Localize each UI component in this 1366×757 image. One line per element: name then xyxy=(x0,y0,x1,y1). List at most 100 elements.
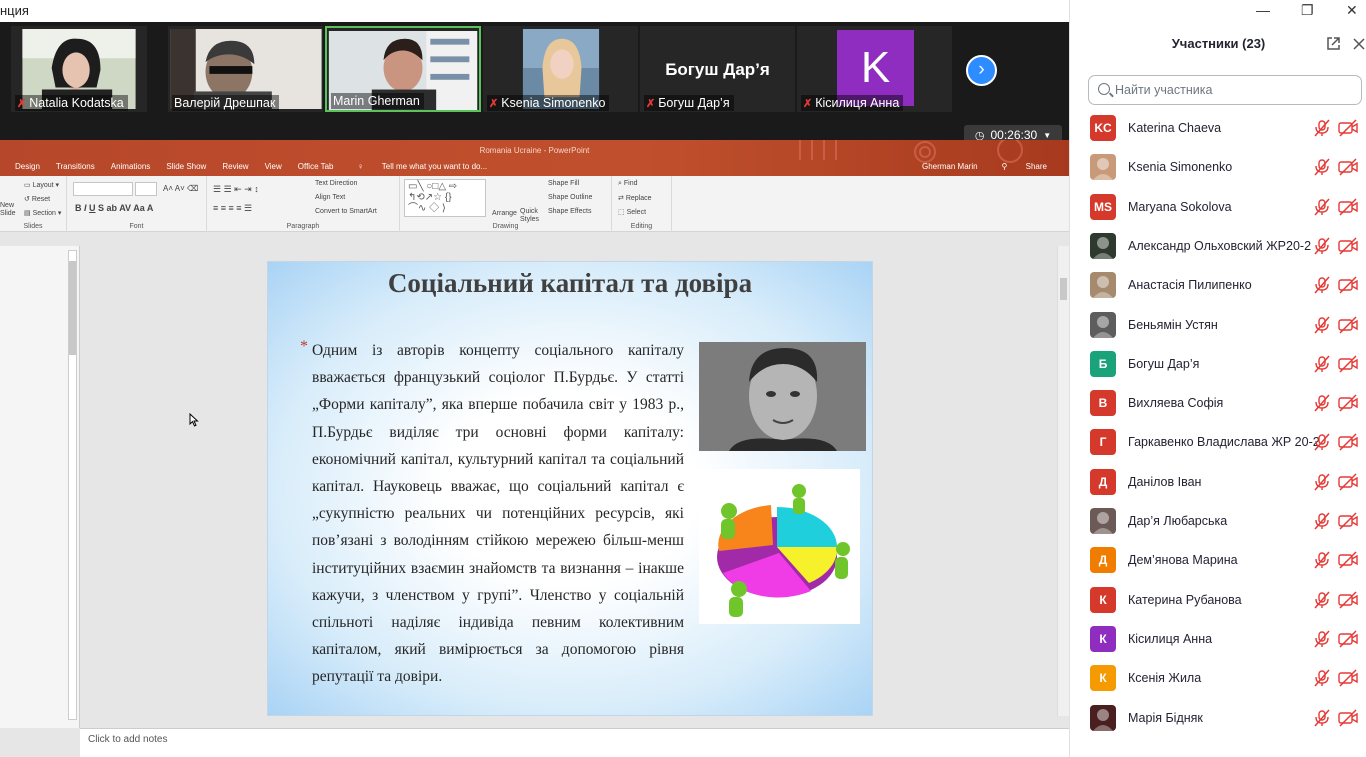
reset-button[interactable]: ↺ Reset xyxy=(24,195,50,203)
video-tile[interactable]: ✗ Ksenia Simonenko xyxy=(483,26,638,112)
notes-pane[interactable]: Click to add notes xyxy=(80,728,1069,757)
participant-row[interactable]: Г Гаркавенко Владислава ЖР 20-2 xyxy=(1070,423,1366,462)
tab-transitions[interactable]: Transitions xyxy=(48,162,103,176)
quick-styles-button[interactable]: Quick Styles xyxy=(520,208,542,224)
tab-design[interactable]: Design xyxy=(0,162,48,176)
mic-muted-icon[interactable] xyxy=(1313,433,1331,451)
mic-muted-icon[interactable] xyxy=(1313,276,1331,294)
tab-animations[interactable]: Animations xyxy=(103,162,159,176)
video-off-icon[interactable] xyxy=(1338,355,1358,373)
align-text-button[interactable]: Align Text xyxy=(315,194,345,201)
video-off-icon[interactable] xyxy=(1338,512,1358,530)
ppt-user-name[interactable]: Gherman Marin xyxy=(914,162,986,176)
shape-effects-button[interactable]: Shape Effects xyxy=(548,208,591,215)
mic-muted-icon[interactable] xyxy=(1313,316,1331,334)
slide-thumbnails-pane[interactable] xyxy=(0,246,80,728)
mic-muted-icon[interactable] xyxy=(1313,512,1331,530)
mic-muted-icon[interactable] xyxy=(1313,473,1331,491)
section-button[interactable]: ▤ Section ▾ xyxy=(24,209,61,217)
maximize-button[interactable]: ❐ xyxy=(1301,2,1314,19)
align-buttons[interactable]: ≡ ≡ ≡ ≡ ☰ xyxy=(213,203,252,214)
mic-muted-icon[interactable] xyxy=(1313,119,1331,137)
current-slide[interactable]: Соціальний капітал та довіра * Одним із … xyxy=(267,261,873,716)
participant-row[interactable]: В Вихляева Софія xyxy=(1070,384,1366,423)
participant-row[interactable]: Б Богуш Дар’я xyxy=(1070,345,1366,384)
list-buttons[interactable]: ☰ ☰ ⇤ ⇥ ↕ xyxy=(213,184,259,195)
layout-button[interactable]: ▭ Layout ▾ xyxy=(24,181,59,189)
minimize-button[interactable]: — xyxy=(1256,2,1270,18)
tab-slide-show[interactable]: Slide Show xyxy=(158,162,214,176)
gallery-next-button[interactable]: › xyxy=(966,55,997,86)
font-format-buttons[interactable]: B I U S ab AV Aa A xyxy=(75,203,153,213)
font-grow-icon[interactable]: A˄ A˅ ⌫ xyxy=(163,184,198,193)
scrollbar-thumb[interactable] xyxy=(69,261,76,355)
arrange-button[interactable]: Arrange xyxy=(492,210,517,217)
participant-search-input[interactable]: Найти участника xyxy=(1088,75,1362,105)
portrait-image[interactable] xyxy=(699,342,866,451)
close-panel-icon[interactable] xyxy=(1353,38,1365,50)
video-off-icon[interactable] xyxy=(1338,630,1358,648)
participant-row[interactable]: Ksenia Simonenko xyxy=(1070,148,1366,187)
video-tile[interactable]: K ✗ Кісилиця Анна xyxy=(797,26,952,112)
font-size-select[interactable] xyxy=(135,182,157,196)
shapes-gallery[interactable]: ▭╲ ○□△ ⇨ ↰⟲↗☆ {} ⌒∿ ◇ ⟩ xyxy=(404,179,486,217)
new-slide-button[interactable]: New Slide xyxy=(0,202,18,218)
participant-row[interactable]: Д Дем’янова Марина xyxy=(1070,541,1366,580)
video-off-icon[interactable] xyxy=(1338,591,1358,609)
mic-muted-icon[interactable] xyxy=(1313,630,1331,648)
replace-button[interactable]: ⇄ Replace xyxy=(618,194,652,202)
participant-row[interactable]: Беньямін Устян xyxy=(1070,306,1366,345)
select-button[interactable]: ⬚ Select xyxy=(618,208,646,216)
convert-smartart-button[interactable]: Convert to SmartArt xyxy=(315,208,377,215)
thumbnails-scrollbar[interactable] xyxy=(68,250,77,720)
mic-muted-icon[interactable] xyxy=(1313,669,1331,687)
video-off-icon[interactable] xyxy=(1338,119,1358,137)
mic-muted-icon[interactable] xyxy=(1313,551,1331,569)
participant-row[interactable]: К Ксенія Жила xyxy=(1070,659,1366,698)
video-off-icon[interactable] xyxy=(1338,433,1358,451)
video-off-icon[interactable] xyxy=(1338,276,1358,294)
slide-body-text[interactable]: Одним із авторів концепту соціального ка… xyxy=(312,337,684,691)
mic-muted-icon[interactable] xyxy=(1313,591,1331,609)
share-button[interactable]: ⚲ Share xyxy=(986,162,1069,176)
video-off-icon[interactable] xyxy=(1338,473,1358,491)
mic-muted-icon[interactable] xyxy=(1313,709,1331,727)
video-tile[interactable]: Богуш Дар’я ✗ Богуш Дар’я xyxy=(640,26,795,112)
participant-row[interactable]: Дар’я Любарська xyxy=(1070,502,1366,541)
participant-row[interactable]: Марія Бідняк xyxy=(1070,699,1366,738)
mic-muted-icon[interactable] xyxy=(1313,394,1331,412)
participant-row[interactable]: К Кісилиця Анна xyxy=(1070,620,1366,659)
participant-row[interactable]: KC Katerina Chaeva xyxy=(1070,109,1366,148)
video-off-icon[interactable] xyxy=(1338,198,1358,216)
shape-outline-button[interactable]: Shape Outline xyxy=(548,194,592,201)
video-tile[interactable]: ✗ Natalia Kodatska xyxy=(11,26,147,112)
pop-out-icon[interactable] xyxy=(1326,36,1341,51)
tab-office-tab[interactable]: Office Tab xyxy=(290,162,342,176)
mic-muted-icon[interactable] xyxy=(1313,237,1331,255)
close-window-button[interactable]: ✕ xyxy=(1346,2,1358,19)
mic-muted-icon[interactable] xyxy=(1313,158,1331,176)
participant-row[interactable]: К Катерина Рубанова xyxy=(1070,581,1366,620)
font-name-select[interactable] xyxy=(73,182,133,196)
video-off-icon[interactable] xyxy=(1338,394,1358,412)
shape-fill-button[interactable]: Shape Fill xyxy=(548,180,579,187)
slide-title[interactable]: Соціальний капітал та довіра xyxy=(268,268,872,299)
participant-row[interactable]: Александр Ольховский ЖР20-2 xyxy=(1070,227,1366,266)
video-off-icon[interactable] xyxy=(1338,708,1358,727)
video-tile-active-speaker[interactable]: Marin Gherman xyxy=(325,26,481,112)
video-tile[interactable]: Валерій Дрешпак xyxy=(168,26,323,112)
find-button[interactable]: ⌕ Find xyxy=(618,180,638,188)
participant-row[interactable]: MS Maryana Sokolova xyxy=(1070,188,1366,227)
mic-muted-icon[interactable] xyxy=(1313,355,1331,373)
video-off-icon[interactable] xyxy=(1338,551,1358,569)
tab-review[interactable]: Review xyxy=(214,162,256,176)
participant-row[interactable]: Д Данілов Іван xyxy=(1070,463,1366,502)
pie-chart-image[interactable] xyxy=(699,469,860,624)
mic-muted-icon[interactable] xyxy=(1313,198,1331,216)
video-off-icon[interactable] xyxy=(1338,669,1358,687)
tell-me-search[interactable]: ♀ Tell me what you want to do... xyxy=(342,162,504,176)
tab-view[interactable]: View xyxy=(257,162,290,176)
scrollbar-thumb[interactable] xyxy=(1060,278,1067,300)
video-off-icon[interactable] xyxy=(1338,237,1358,255)
text-direction-button[interactable]: Text Direction xyxy=(315,180,357,187)
